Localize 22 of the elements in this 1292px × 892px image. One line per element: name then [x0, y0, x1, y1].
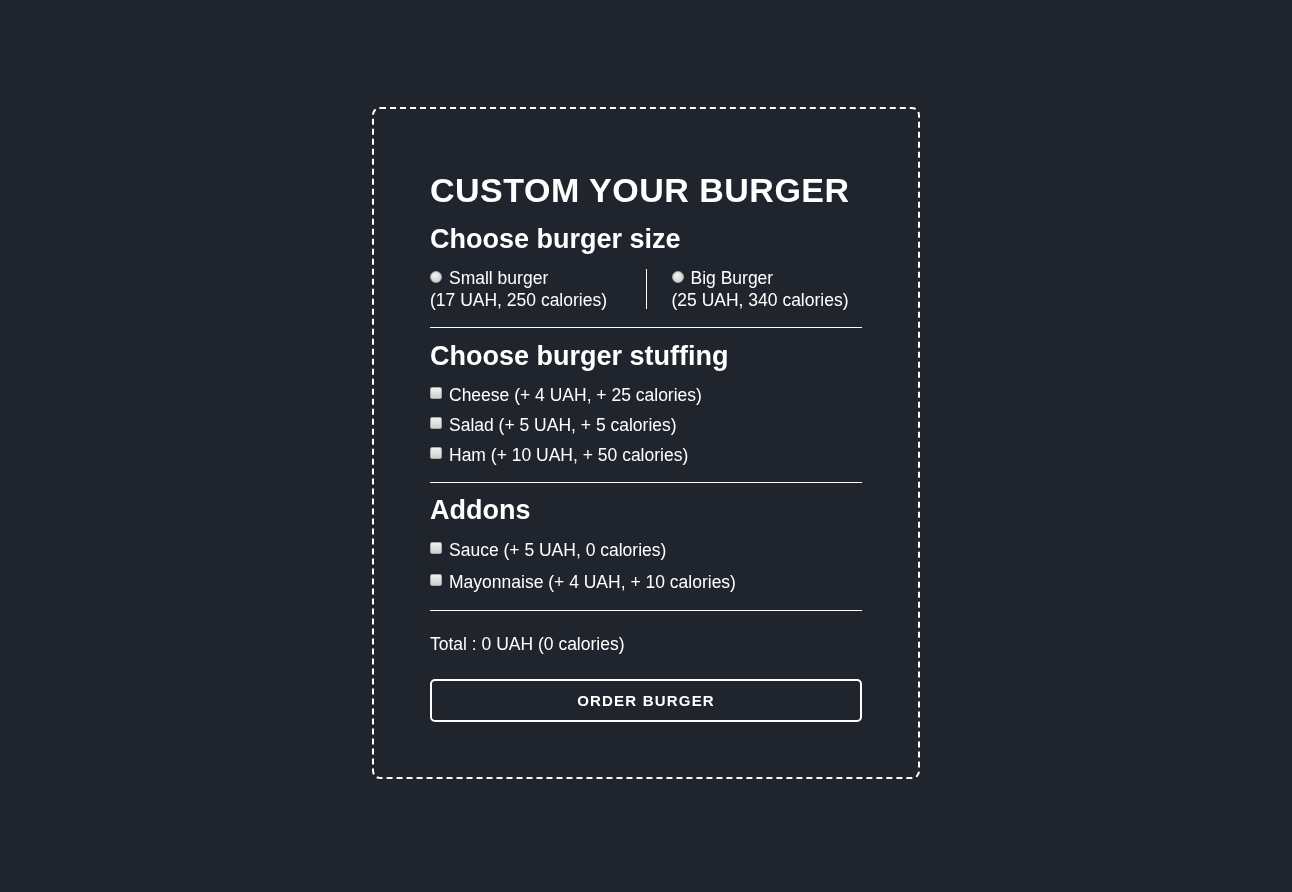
addon-option-label: Sauce (+ 5 UAH, 0 calories): [449, 539, 667, 561]
total-text: Total : 0 UAH (0 calories): [430, 633, 625, 655]
size-name: Small burger: [449, 267, 549, 289]
stuffing-option-label: Cheese (+ 4 UAH, + 25 calories): [449, 384, 702, 406]
checkbox[interactable]: [430, 387, 442, 399]
order-button[interactable]: ORDER BURGER: [430, 679, 862, 722]
stuffing-option-label: Salad (+ 5 UAH, + 5 calories): [449, 414, 677, 436]
checkbox[interactable]: [430, 447, 442, 459]
form-title: CUSTOM YOUR BURGER: [430, 170, 850, 210]
stuffing-option-label: Ham (+ 10 UAH, + 50 calories): [449, 444, 689, 466]
size-price: (17 UAH, 250 calories): [430, 289, 608, 311]
addon-option-label: Mayonnaise (+ 4 UAH, + 10 calories): [449, 571, 736, 593]
radio-button[interactable]: [430, 270, 442, 283]
checkbox[interactable]: [430, 542, 442, 554]
checkbox[interactable]: [430, 574, 442, 586]
section-heading: Choose burger stuffing: [430, 341, 729, 371]
size-name: Big Burger: [690, 267, 774, 289]
radio-button[interactable]: [671, 270, 684, 283]
size-price: (25 UAH, 340 calories): [671, 289, 849, 311]
section-heading: Addons: [430, 495, 531, 525]
section-heading: Choose burger size: [430, 224, 681, 254]
checkbox[interactable]: [430, 417, 442, 429]
